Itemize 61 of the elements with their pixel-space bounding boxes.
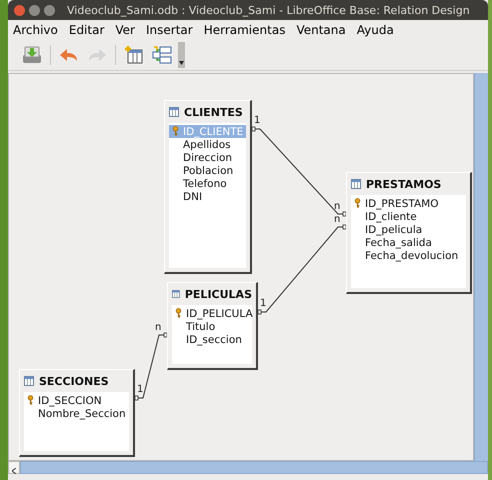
table-name: SECCIONES [39,374,109,388]
table-icon [24,376,34,386]
table-window[interactable]: PRESTAMOS ID_PRESTAMO ID_cliente ID_pelicula Fecha_salida Fecha_devolucion [346,172,472,294]
cardinality-label: n [155,322,162,333]
save-icon [22,45,42,65]
vertical-scrollbar[interactable] [474,73,488,461]
minimize-button[interactable] [29,4,40,16]
cardinality-label: n [334,214,340,225]
menu-item[interactable]: Ayuda [356,23,394,37]
close-button[interactable] [14,4,25,16]
horizontal-scrollbar[interactable] [20,461,488,474]
field-item[interactable]: Poblacion [169,164,246,177]
field-item[interactable]: DNI [169,190,246,203]
menu-item[interactable]: Ver [115,23,135,37]
field-item[interactable]: ID_PELICULA [172,307,252,320]
cardinality-label: n [334,201,340,212]
cardinality-label: 1 [260,298,266,309]
menu-item[interactable]: Archivo [13,23,58,37]
key-icon [27,395,34,405]
caret-icon [12,468,16,474]
maximize-button[interactable] [44,4,55,16]
table-window[interactable]: PELICULAS ID_PELICULA Titulo ID_seccion [167,282,258,370]
menu-item[interactable]: Herramientas [204,23,286,37]
table-icon [351,179,361,189]
key-icon [172,126,179,136]
field-item[interactable]: Titulo [172,320,252,333]
relation-icon [152,45,172,65]
table-icon [172,289,180,299]
field-item[interactable]: ID_pelicula [351,223,466,236]
field-item[interactable]: Fecha_salida [351,236,466,249]
field-item[interactable]: ID_seccion [172,333,252,346]
table-name: PRESTAMOS [366,178,442,190]
table-name: CLIENTES [184,106,243,118]
field-item[interactable]: Direccion [169,151,246,164]
field-item[interactable]: Apellidos [169,138,246,151]
menu-item[interactable]: Insertar [146,23,193,37]
relation-line[interactable] [252,126,346,216]
menu-item[interactable]: Ventana [296,23,346,37]
table-name: PELICULAS [184,288,252,300]
table-window[interactable]: SECCIONES ID_SECCION Nombre_Seccion [19,369,135,457]
field-item[interactable]: Fecha_devolucion [351,249,466,262]
menu-item[interactable]: Editar [68,23,104,37]
key-icon [354,198,361,208]
field-item[interactable]: Telefono [169,177,246,190]
caret-icon [179,61,184,65]
undo-icon [59,47,79,63]
key-icon [175,308,182,318]
table-window[interactable]: CLIENTES ID_CLIENTE Apellidos Direccion Poblacion Telefono DNI [164,100,252,274]
field-item[interactable]: ID_PRESTAMO [351,197,466,210]
table-icon [169,107,179,117]
scroll-left-button[interactable] [8,461,20,474]
field-item[interactable]: ID_cliente [351,210,466,223]
redo-icon [87,47,107,63]
relation-line[interactable] [134,332,168,400]
field-item[interactable]: ID_SECCION [24,394,129,407]
cardinality-label: 1 [137,384,144,395]
field-item[interactable]: Nombre_Seccion [24,407,129,420]
add-table-icon [124,45,144,65]
cardinality-label: 1 [254,115,260,126]
more-button[interactable] [178,42,185,68]
window-title: Videoclub_Sami.odb : Videoclub_Sami - LibreOffice Base: Relation Design [67,4,470,16]
